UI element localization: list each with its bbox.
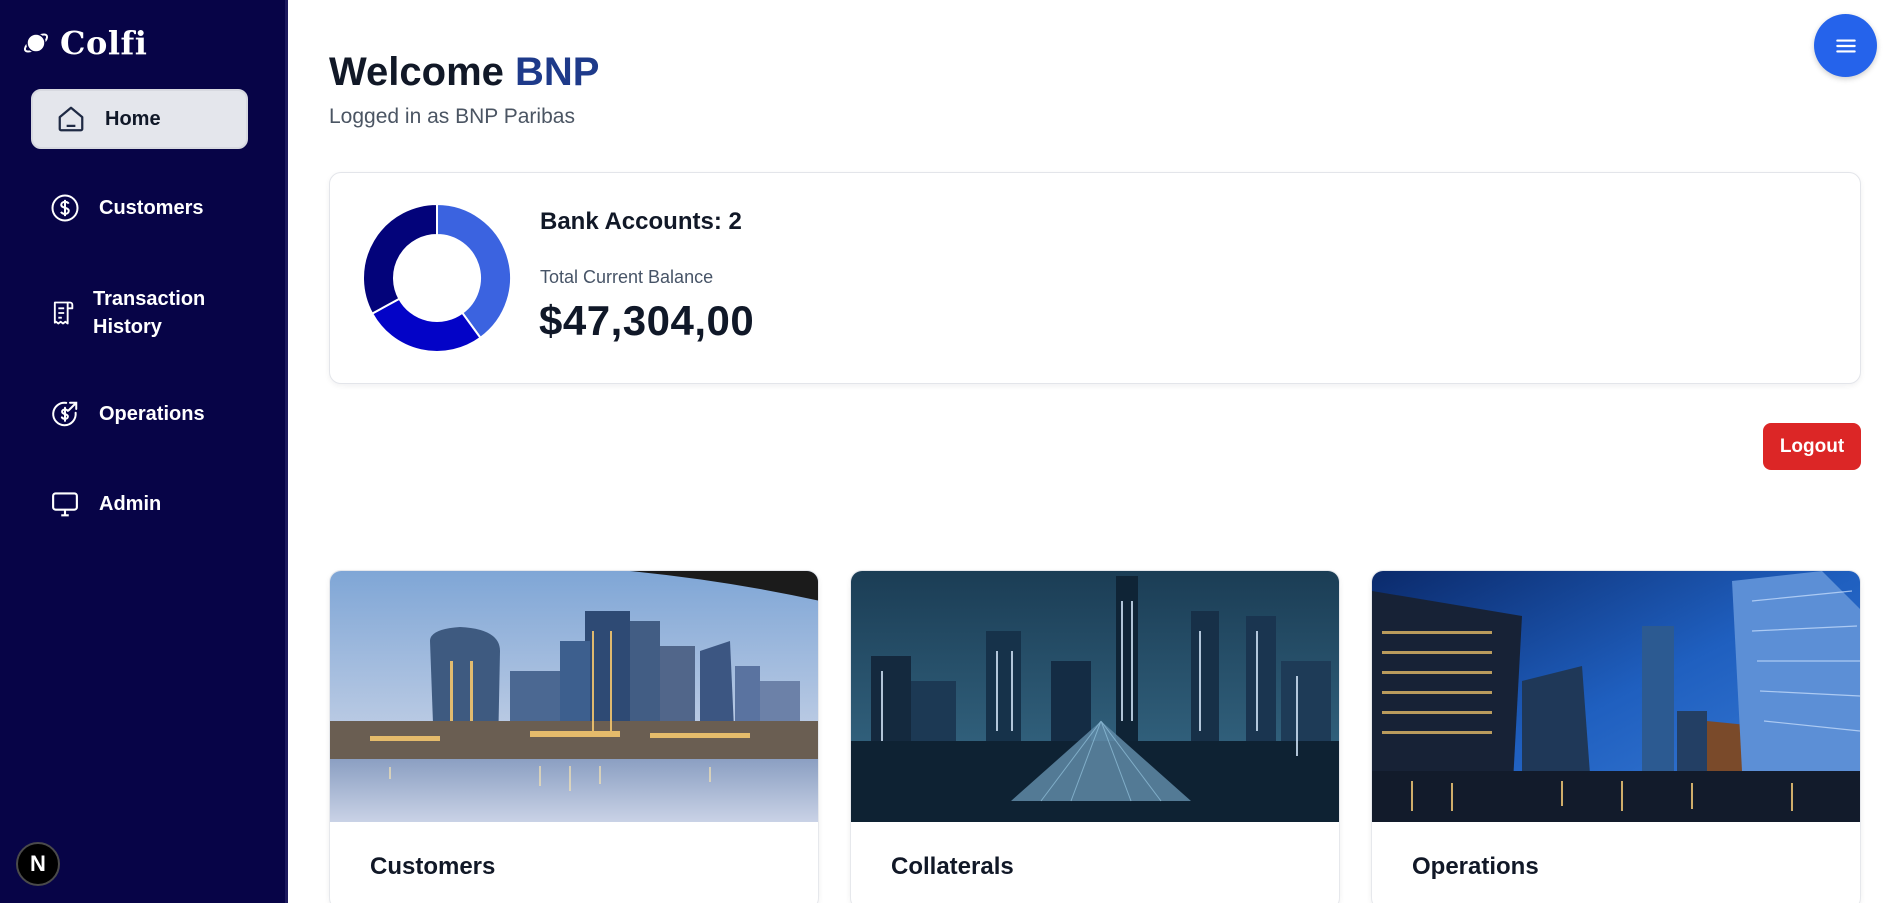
tile-title: Operations — [1412, 853, 1539, 880]
sidebar-item-label: Home — [105, 108, 161, 130]
balance-card: Bank Accounts: 2 Total Current Balance $… — [329, 172, 1861, 384]
page-title: Welcome BNP — [329, 50, 599, 95]
london-skyline-image — [330, 571, 818, 822]
sidebar-item-home[interactable]: Home — [31, 89, 248, 149]
tile-collaterals[interactable]: Collaterals — [850, 570, 1340, 903]
dev-tools-badge[interactable]: N — [16, 842, 60, 886]
welcome-text: Welcome — [329, 50, 504, 94]
dollar-circle-icon — [49, 192, 81, 224]
sidebar-item-operations[interactable]: Operations — [31, 398, 248, 430]
logged-in-subtitle: Logged in as BNP Paribas — [329, 105, 575, 128]
tile-title: Customers — [370, 853, 496, 880]
menu-button[interactable] — [1814, 14, 1877, 77]
sidebar: Colfi Home Customers Transaction History… — [0, 0, 288, 903]
tile-customers[interactable]: Customers — [329, 570, 819, 903]
sidebar-item-label: Customers — [99, 197, 204, 219]
sidebar-item-admin[interactable]: Admin — [31, 488, 248, 520]
balance-value: $47,304,00 — [539, 297, 755, 344]
sidebar-item-label: Operations — [99, 403, 205, 425]
home-icon — [55, 103, 87, 135]
hamburger-menu-icon — [1835, 39, 1856, 52]
sidebar-item-label: Transaction History — [93, 288, 206, 338]
tile-title: Collaterals — [891, 853, 1014, 880]
sidebar-item-transaction-history[interactable]: Transaction History — [31, 283, 248, 343]
donut-slice — [436, 203, 512, 340]
brand[interactable]: Colfi — [22, 24, 147, 62]
brand-name: Colfi — [60, 24, 148, 62]
dollar-send-icon — [49, 398, 81, 430]
beijing-skyline-image — [851, 571, 1339, 822]
skyscrapers-image — [1372, 571, 1860, 822]
bank-accounts-count: Bank Accounts: 2 — [540, 208, 742, 235]
sidebar-item-customers[interactable]: Customers — [31, 192, 248, 224]
balance-label: Total Current Balance — [540, 267, 714, 287]
sidebar-item-label: Admin — [99, 493, 162, 515]
tile-operations[interactable]: Operations — [1371, 570, 1861, 903]
donut-slice — [362, 203, 438, 316]
logout-button[interactable]: Logout — [1763, 423, 1861, 470]
receipt-icon — [47, 297, 79, 329]
accounts-donut-chart — [362, 203, 512, 353]
welcome-user: BNP — [515, 50, 600, 94]
monitor-icon — [49, 488, 81, 520]
orbit-logo-icon — [23, 33, 49, 53]
donut-slice — [370, 297, 482, 353]
